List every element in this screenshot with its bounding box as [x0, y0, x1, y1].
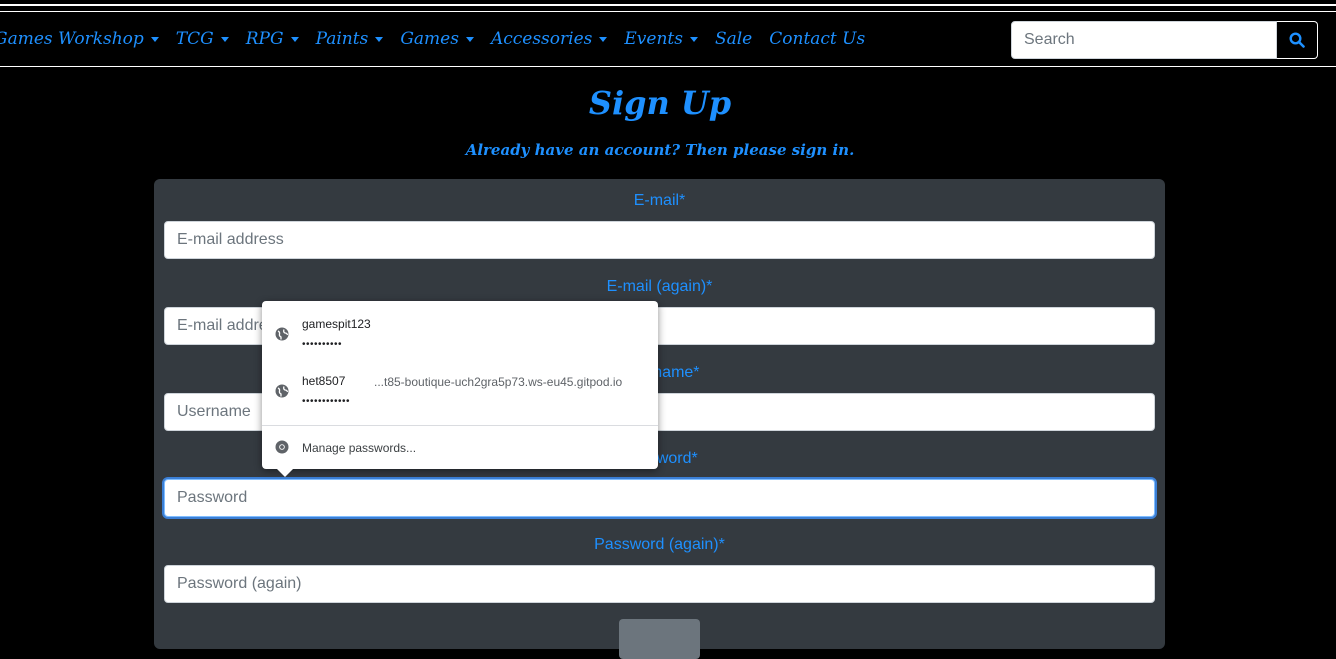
email-again-label: E-mail (again)* [606, 278, 713, 295]
password-again-label: Password (again)* [594, 536, 725, 553]
nav-item-label: Games Workshop [0, 29, 144, 49]
nav-item-label: RPG [245, 29, 284, 49]
password-again-field[interactable] [164, 565, 1155, 603]
search-button[interactable] [1277, 21, 1318, 59]
search-input[interactable] [1011, 21, 1277, 59]
caret-down-icon [290, 36, 299, 42]
saved-password-site: ...t85-boutique-uch2gra5p73.ws-eu45.gitp… [374, 375, 623, 389]
popup-pointer [276, 468, 294, 477]
email-field[interactable] [164, 221, 1155, 259]
nav-item-events[interactable]: Events [624, 29, 698, 49]
saved-username: het8507 [302, 374, 346, 388]
nav-item-label: Contact Us [769, 29, 866, 49]
nav-item-rpg[interactable]: RPG [246, 29, 299, 49]
nav-item-sale[interactable]: Sale [715, 29, 752, 49]
nav-item-label: Events [624, 29, 683, 49]
email-label: E-mail* [633, 192, 686, 209]
nav-item-games[interactable]: Games [400, 29, 474, 49]
main-navbar: Games Workshop TCG RPG Paints Games Acce… [0, 11, 1336, 67]
saved-password-mask: •••••••••••• [302, 396, 351, 407]
page-title: Sign Up [588, 84, 732, 122]
manage-passwords-button[interactable]: Manage passwords... [262, 426, 658, 469]
nav-item-label: Sale [714, 29, 753, 49]
nav-item-label: Accessories [490, 29, 593, 49]
globe-icon [275, 384, 289, 398]
password-field[interactable] [164, 479, 1155, 517]
globe-icon [275, 327, 289, 341]
nav-item-label: TCG [175, 29, 214, 49]
caret-down-icon [375, 36, 384, 42]
search-icon [1289, 32, 1305, 48]
signin-link[interactable]: Already have an account? Then please sig… [0, 141, 1320, 159]
password-autofill-popup: gamespit123 •••••••••• het8507 •••••••••… [262, 301, 658, 469]
caret-down-icon [150, 36, 159, 42]
nav-item-label: Games [400, 29, 459, 49]
caret-down-icon [465, 36, 474, 42]
nav-item-tcg[interactable]: TCG [176, 29, 229, 49]
nav-item-label: Paints [315, 29, 369, 49]
nav-item-contact-us[interactable]: Contact Us [769, 29, 865, 49]
caret-down-icon [599, 36, 608, 42]
saved-password-item[interactable]: gamespit123 •••••••••• [262, 301, 658, 357]
signup-submit-button[interactable] [619, 619, 700, 659]
nav-item-paints[interactable]: Paints [316, 29, 384, 49]
caret-down-icon [689, 36, 698, 42]
saved-username: gamespit123 [302, 317, 371, 331]
manage-passwords-label: Manage passwords... [302, 441, 417, 455]
chrome-icon [275, 440, 289, 454]
nav-links: Games Workshop TCG RPG Paints Games Acce… [0, 12, 882, 66]
nav-item-games-workshop[interactable]: Games Workshop [0, 29, 159, 49]
caret-down-icon [220, 36, 229, 42]
nav-item-accessories[interactable]: Accessories [490, 29, 608, 49]
saved-password-mask: •••••••••• [302, 339, 343, 350]
search-form [1011, 21, 1318, 59]
top-border-line [0, 4, 1336, 6]
